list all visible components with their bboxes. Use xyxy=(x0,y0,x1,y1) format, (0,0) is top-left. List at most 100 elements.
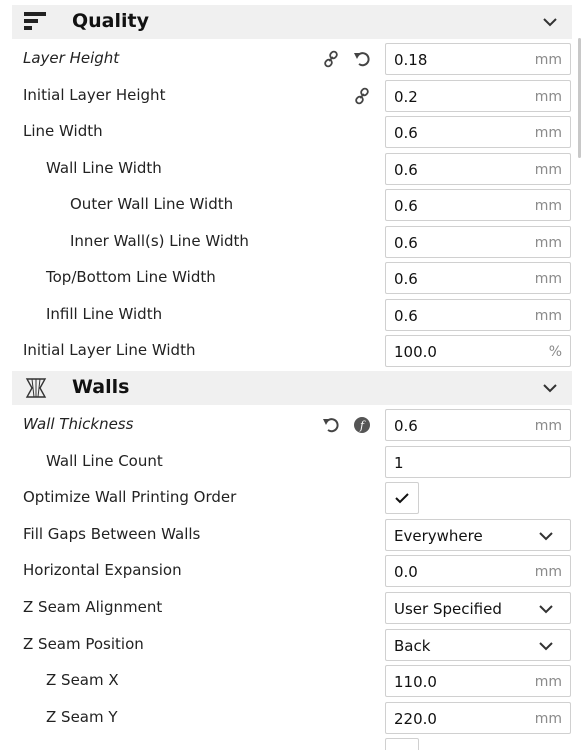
field-unit: mm xyxy=(534,674,562,690)
section-header-quality[interactable]: Quality xyxy=(12,5,572,39)
field-value: 0.6 xyxy=(394,124,418,142)
field-value: 220.0 xyxy=(394,710,437,728)
setting-label: Inner Wall(s) Line Width xyxy=(70,232,249,250)
section-header-walls[interactable]: Walls xyxy=(12,371,572,405)
field-unit: mm xyxy=(534,125,562,141)
setting-label: Wall Line Width xyxy=(46,159,162,177)
field-unit: mm xyxy=(534,162,562,178)
setting-row-top-bottom-line-width: Top/Bottom Line Width 0.6 mm xyxy=(0,260,582,297)
setting-label: Initial Layer Line Width xyxy=(23,341,196,359)
field-value: 0.0 xyxy=(394,563,418,581)
setting-row-optimize-wall-printing-order: Optimize Wall Printing Order xyxy=(0,480,582,517)
reset-icon[interactable] xyxy=(353,50,371,68)
link-icon[interactable] xyxy=(353,87,371,105)
chevron-down-icon xyxy=(539,605,553,614)
line-width-input[interactable]: 0.6 mm xyxy=(385,116,571,148)
layer-height-input[interactable]: 0.18 mm xyxy=(385,43,571,75)
field-value: 110.0 xyxy=(394,673,437,691)
top-bottom-line-width-input[interactable]: 0.6 mm xyxy=(385,262,571,294)
wall-line-width-input[interactable]: 0.6 mm xyxy=(385,153,571,185)
z-seam-position-dropdown[interactable]: Back xyxy=(385,629,571,661)
z-seam-y-input[interactable]: 220.0 mm xyxy=(385,702,571,734)
setting-row-initial-layer-height: Initial Layer Height 0.2 mm xyxy=(0,78,582,115)
z-seam-x-input[interactable]: 110.0 mm xyxy=(385,665,571,697)
z-seam-alignment-dropdown[interactable]: User Specified xyxy=(385,592,571,624)
partial-next-checkbox[interactable] xyxy=(385,738,419,750)
field-unit: mm xyxy=(534,308,562,324)
function-icon[interactable]: f xyxy=(353,416,371,434)
field-unit: mm xyxy=(534,52,562,68)
dropdown-value: Everywhere xyxy=(394,527,483,545)
setting-label: Z Seam Alignment xyxy=(23,598,163,616)
setting-row-initial-layer-line-width: Initial Layer Line Width 100.0 % xyxy=(0,333,582,370)
setting-label: Wall Line Count xyxy=(46,452,163,470)
chevron-down-icon[interactable] xyxy=(542,15,558,29)
field-value: 0.6 xyxy=(394,234,418,252)
horizontal-expansion-input[interactable]: 0.0 mm xyxy=(385,555,571,587)
field-value: 0.6 xyxy=(394,197,418,215)
field-value: 0.6 xyxy=(394,270,418,288)
field-value: 0.6 xyxy=(394,307,418,325)
field-unit: % xyxy=(548,344,562,360)
field-unit: mm xyxy=(534,418,562,434)
fill-gaps-between-walls-dropdown[interactable]: Everywhere xyxy=(385,519,571,551)
setting-label: Z Seam Y xyxy=(46,708,118,726)
dropdown-value: Back xyxy=(394,637,431,655)
field-value: 100.0 xyxy=(394,343,437,361)
setting-row-layer-height: Layer Height 0.18 mm xyxy=(0,41,582,78)
field-unit: mm xyxy=(534,235,562,251)
dropdown-value: User Specified xyxy=(394,600,502,618)
setting-row-z-seam-x: Z Seam X 110.0 mm xyxy=(0,663,582,700)
setting-row-wall-line-count: Wall Line Count 1 xyxy=(0,444,582,481)
field-unit: mm xyxy=(534,271,562,287)
setting-row-outer-wall-line-width: Outer Wall Line Width 0.6 mm xyxy=(0,187,582,224)
walls-icon xyxy=(25,378,47,398)
infill-line-width-input[interactable]: 0.6 mm xyxy=(385,299,571,331)
setting-row-z-seam-alignment: Z Seam Alignment User Specified xyxy=(0,590,582,627)
inner-wall-line-width-input[interactable]: 0.6 mm xyxy=(385,226,571,258)
wall-line-count-input[interactable]: 1 xyxy=(385,446,571,478)
setting-row-z-seam-position: Z Seam Position Back xyxy=(0,627,582,664)
chevron-down-icon xyxy=(539,642,553,651)
setting-row-inner-wall-line-width: Inner Wall(s) Line Width 0.6 mm xyxy=(0,224,582,261)
section-title-walls: Walls xyxy=(72,376,130,398)
setting-label: Layer Height xyxy=(23,49,120,67)
setting-row-horizontal-expansion: Horizontal Expansion 0.0 mm xyxy=(0,553,582,590)
setting-label: Z Seam X xyxy=(46,671,119,689)
field-value: 0.6 xyxy=(394,161,418,179)
setting-row-wall-thickness: Wall Thickness f 0.6 mm xyxy=(0,407,582,444)
setting-row-wall-line-width: Wall Line Width 0.6 mm xyxy=(0,151,582,188)
setting-label: Wall Thickness xyxy=(23,415,134,433)
wall-thickness-input[interactable]: 0.6 mm xyxy=(385,409,571,441)
setting-label: Initial Layer Height xyxy=(23,86,166,104)
field-value: 1 xyxy=(394,454,404,472)
setting-row-z-seam-y: Z Seam Y 220.0 mm xyxy=(0,700,582,737)
link-icon[interactable] xyxy=(322,50,340,68)
field-value: 0.2 xyxy=(394,88,418,106)
outer-wall-line-width-input[interactable]: 0.6 mm xyxy=(385,189,571,221)
setting-label: Outer Wall Line Width xyxy=(70,195,234,213)
field-unit: mm xyxy=(534,198,562,214)
scrollbar[interactable] xyxy=(578,38,581,158)
setting-label: Horizontal Expansion xyxy=(23,561,182,579)
setting-label: Optimize Wall Printing Order xyxy=(23,488,237,506)
section-title-quality: Quality xyxy=(72,10,149,32)
field-value: 0.18 xyxy=(394,51,428,69)
print-settings-panel: Quality Layer Height 0.18 mm Initial Lay… xyxy=(0,0,582,750)
initial-layer-line-width-input[interactable]: 100.0 % xyxy=(385,335,571,367)
initial-layer-height-input[interactable]: 0.2 mm xyxy=(385,80,571,112)
setting-row-line-width: Line Width 0.6 mm xyxy=(0,114,582,151)
chevron-down-icon[interactable] xyxy=(542,381,558,395)
reset-icon[interactable] xyxy=(322,416,340,434)
chevron-down-icon xyxy=(539,532,553,541)
setting-label: Fill Gaps Between Walls xyxy=(23,525,201,543)
optimize-wall-printing-order-checkbox[interactable] xyxy=(385,482,419,514)
checkmark-icon xyxy=(395,493,409,504)
field-unit: mm xyxy=(534,89,562,105)
field-unit: mm xyxy=(534,564,562,580)
quality-icon xyxy=(24,12,46,30)
setting-label: Infill Line Width xyxy=(46,305,163,323)
setting-row-infill-line-width: Infill Line Width 0.6 mm xyxy=(0,297,582,334)
field-value: 0.6 xyxy=(394,417,418,435)
field-unit: mm xyxy=(534,711,562,727)
